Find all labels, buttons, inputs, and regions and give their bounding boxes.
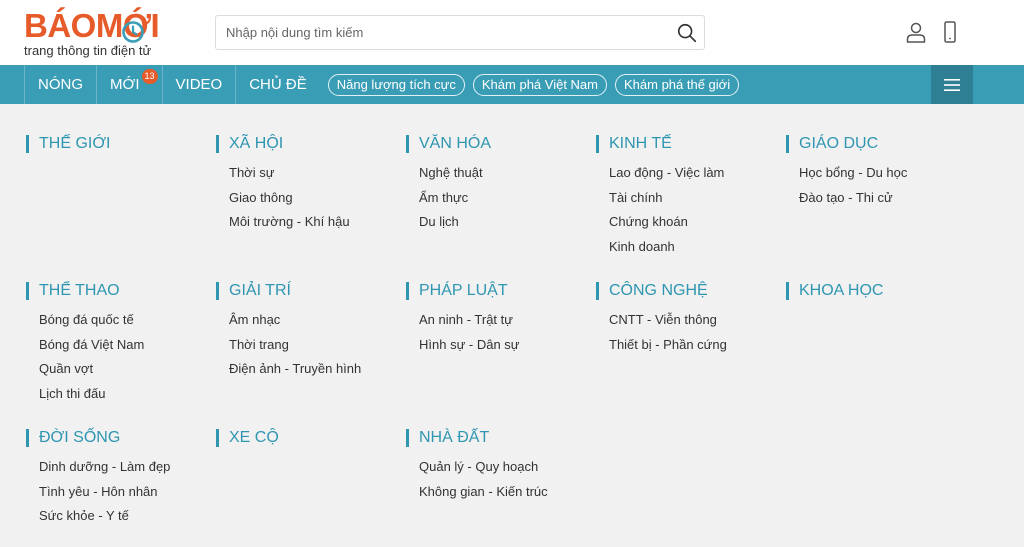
menu-button[interactable] <box>931 65 973 104</box>
category-life: ĐỜI SỐNG Dinh dưỡng - Làm đẹp Tình yêu -… <box>26 429 170 533</box>
category-title[interactable]: NHÀ ĐẤT <box>406 429 548 447</box>
nav-label: CHỦ ĐỀ <box>249 76 307 93</box>
category-sports: THỂ THAO Bóng đá quốc tế Bóng đá Việt Na… <box>26 282 144 410</box>
nav-item-video[interactable]: VIDEO <box>163 65 237 104</box>
user-icon[interactable] <box>904 20 928 44</box>
logo-clock-icon <box>122 21 144 43</box>
subcategory-link[interactable]: Ẩm thực <box>419 190 491 206</box>
category-title[interactable]: VĂN HÓA <box>406 135 491 153</box>
subcategory-link[interactable]: CNTT - Viễn thông <box>609 312 727 328</box>
category-title[interactable]: XÃ HỘI <box>216 135 350 153</box>
subcategory-link[interactable]: Dinh dưỡng - Làm đẹp <box>39 459 170 475</box>
subcategory-link[interactable]: Không gian - Kiến trúc <box>419 484 548 500</box>
search-input[interactable] <box>226 16 666 49</box>
subcategory-link[interactable]: Bóng đá Việt Nam <box>39 337 144 353</box>
subcategory-link[interactable]: Học bổng - Du học <box>799 165 907 181</box>
nav-label: MỚI <box>110 76 140 93</box>
category-title[interactable]: THẾ GIỚI <box>26 135 111 153</box>
site-logo[interactable]: BÁOMỚI trang thông tin điện tử <box>24 8 160 60</box>
subcategory-link[interactable]: Âm nhạc <box>229 312 361 328</box>
mobile-icon[interactable] <box>941 21 959 43</box>
subcategory-link[interactable]: An ninh - Trật tự <box>419 312 520 328</box>
topic-pill[interactable]: Khám phá thế giới <box>615 73 740 96</box>
nav-items: NÓNG MỚI 13 VIDEO CHỦ ĐỀ Năng lượng tích… <box>24 65 740 104</box>
category-title[interactable]: ĐỜI SỐNG <box>26 429 170 447</box>
category-title[interactable]: THỂ THAO <box>26 282 144 300</box>
subcategory-link[interactable]: Du lịch <box>419 214 491 230</box>
subcategory-link[interactable]: Hình sự - Dân sự <box>419 337 520 353</box>
topic-pill[interactable]: Năng lượng tích cực <box>327 73 465 96</box>
subcategory-link[interactable]: Đào tạo - Thi cử <box>799 190 907 206</box>
category-title[interactable]: XE CỘ <box>216 429 279 447</box>
subcategory-link[interactable]: Thiết bị - Phần cứng <box>609 337 727 353</box>
category-title[interactable]: GIẢI TRÍ <box>216 282 361 300</box>
subcategory-link[interactable]: Quản lý - Quy hoạch <box>419 459 548 475</box>
subcategory-link[interactable]: Bóng đá quốc tế <box>39 312 144 328</box>
subcategory-link[interactable]: Quần vợt <box>39 361 144 377</box>
nav-item-hot[interactable]: NÓNG <box>24 65 97 104</box>
subcategory-link[interactable]: Lao động - Việc làm <box>609 165 724 181</box>
subcategory-link[interactable]: Lịch thi đấu <box>39 386 144 402</box>
logo-tagline: trang thông tin điện tử <box>24 43 152 58</box>
category-economy: KINH TẾ Lao động - Việc làm Tài chính Ch… <box>596 135 724 263</box>
subcategory-link[interactable]: Nghệ thuật <box>419 165 491 181</box>
subcategory-link[interactable]: Giao thông <box>229 190 350 206</box>
category-culture: VĂN HÓA Nghệ thuật Ẩm thực Du lịch <box>406 135 491 239</box>
category-title[interactable]: CÔNG NGHỆ <box>596 282 727 300</box>
subcategory-link[interactable]: Tài chính <box>609 190 724 206</box>
subcategory-link[interactable]: Thời trang <box>229 337 361 353</box>
nav-label: VIDEO <box>175 76 223 93</box>
site-header: BÁOMỚI trang thông tin điện tử <box>0 0 1024 65</box>
category-title[interactable]: KINH TẾ <box>596 135 724 153</box>
nav-item-new[interactable]: MỚI 13 <box>97 65 163 104</box>
category-title[interactable]: GIÁO DỤC <box>786 135 907 153</box>
category-title[interactable]: PHÁP LUẬT <box>406 282 520 300</box>
main-nav: NÓNG MỚI 13 VIDEO CHỦ ĐỀ Năng lượng tích… <box>0 65 1024 104</box>
topic-pill[interactable]: Khám phá Việt Nam <box>472 73 607 96</box>
subcategory-link[interactable]: Thời sự <box>229 165 350 181</box>
category-education: GIÁO DỤC Học bổng - Du học Đào tạo - Thi… <box>786 135 907 214</box>
category-real-estate: NHÀ ĐẤT Quản lý - Quy hoạch Không gian -… <box>406 429 548 508</box>
subcategory-link[interactable]: Tình yêu - Hôn nhân <box>39 484 170 500</box>
subcategory-link[interactable]: Chứng khoán <box>609 214 724 230</box>
search-box <box>215 15 705 50</box>
category-technology: CÔNG NGHỆ CNTT - Viễn thông Thiết bị - P… <box>596 282 727 361</box>
category-science: KHOA HỌC <box>786 282 883 300</box>
subcategory-link[interactable]: Môi trường - Khí hậu <box>229 214 350 230</box>
new-count-badge: 13 <box>141 69 158 84</box>
category-law: PHÁP LUẬT An ninh - Trật tự Hình sự - Dâ… <box>406 282 520 361</box>
search-icon[interactable] <box>676 22 698 44</box>
subcategory-link[interactable]: Sức khỏe - Y tế <box>39 508 170 524</box>
category-vehicles: XE CỘ <box>216 429 279 447</box>
category-society: XÃ HỘI Thời sự Giao thông Môi trường - K… <box>216 135 350 239</box>
subcategory-link[interactable]: Điện ảnh - Truyền hình <box>229 361 361 377</box>
nav-item-topics[interactable]: CHỦ ĐỀ <box>236 65 320 104</box>
category-entertainment: GIẢI TRÍ Âm nhạc Thời trang Điện ảnh - T… <box>216 282 361 386</box>
subcategory-link[interactable]: Kinh doanh <box>609 239 724 255</box>
category-title[interactable]: KHOA HỌC <box>786 282 883 300</box>
nav-label: NÓNG <box>38 76 83 93</box>
hamburger-icon <box>944 78 960 91</box>
category-world: THẾ GIỚI <box>26 135 111 153</box>
